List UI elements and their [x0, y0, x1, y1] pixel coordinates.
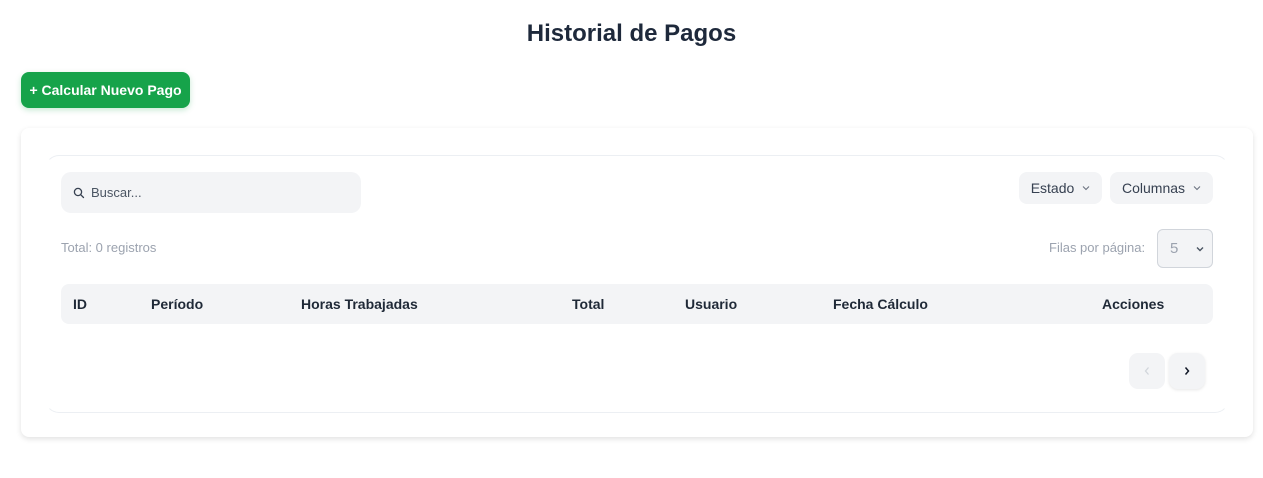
column-header-acciones: Acciones	[1102, 296, 1165, 312]
previous-page-button[interactable]	[1129, 353, 1165, 389]
column-header-id[interactable]: ID	[73, 296, 87, 312]
search-icon	[73, 187, 85, 198]
column-header-total[interactable]: Total	[572, 296, 604, 312]
chevron-left-icon	[1144, 367, 1149, 375]
column-header-periodo[interactable]: Período	[151, 296, 203, 312]
rows-per-page-select[interactable]: 5	[1157, 229, 1213, 268]
columns-toggle-label: Columnas	[1121, 180, 1186, 196]
chevron-right-icon	[1184, 367, 1190, 375]
estado-filter-label: Estado	[1030, 180, 1075, 196]
search-box[interactable]	[61, 172, 361, 213]
rows-per-page-label: Filas por página:	[1049, 240, 1146, 255]
rows-per-page-value: 5	[1170, 240, 1179, 257]
payments-card: Estado Columnas Total: 0 registros Filas…	[21, 128, 1253, 437]
columns-toggle-button[interactable]: Columnas	[1110, 172, 1213, 204]
estado-filter-button[interactable]: Estado	[1019, 172, 1102, 204]
column-header-usuario[interactable]: Usuario	[685, 296, 737, 312]
chevron-down-icon	[1196, 247, 1204, 252]
column-header-horas-trabajadas[interactable]: Horas Trabajadas	[301, 296, 418, 312]
calculate-new-payment-button[interactable]: + Calcular Nuevo Pago	[21, 72, 190, 108]
column-header-fecha-calculo[interactable]: Fecha Cálculo	[833, 296, 928, 312]
table-header: ID Período Horas Trabajadas Total Usuari…	[61, 284, 1213, 324]
search-input[interactable]	[91, 185, 351, 200]
chevron-down-icon	[1082, 186, 1090, 191]
next-page-button[interactable]	[1169, 353, 1205, 389]
chevron-down-icon	[1193, 186, 1201, 191]
page-title: Historial de Pagos	[526, 20, 737, 47]
total-records-text: Total: 0 registros	[61, 240, 157, 255]
